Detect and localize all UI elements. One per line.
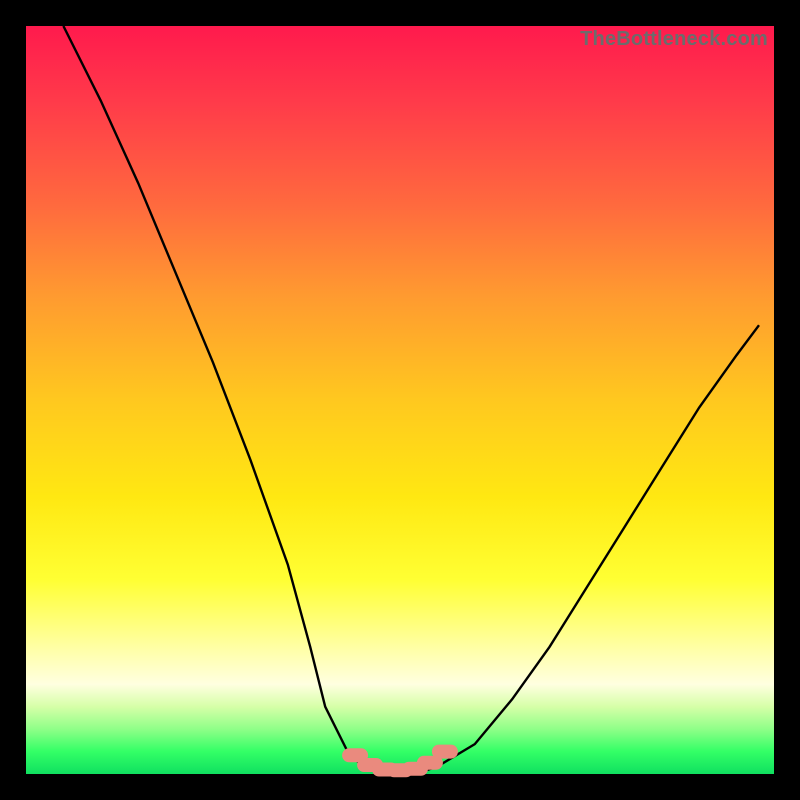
marker-pill [432, 745, 458, 759]
curve-layer [0, 0, 800, 800]
chart-frame: TheBottleneck.com [0, 0, 800, 800]
bottleneck-curve [63, 26, 759, 774]
curve-path [63, 26, 759, 774]
marker-cluster [342, 745, 458, 778]
watermark-text: TheBottleneck.com [580, 28, 768, 51]
